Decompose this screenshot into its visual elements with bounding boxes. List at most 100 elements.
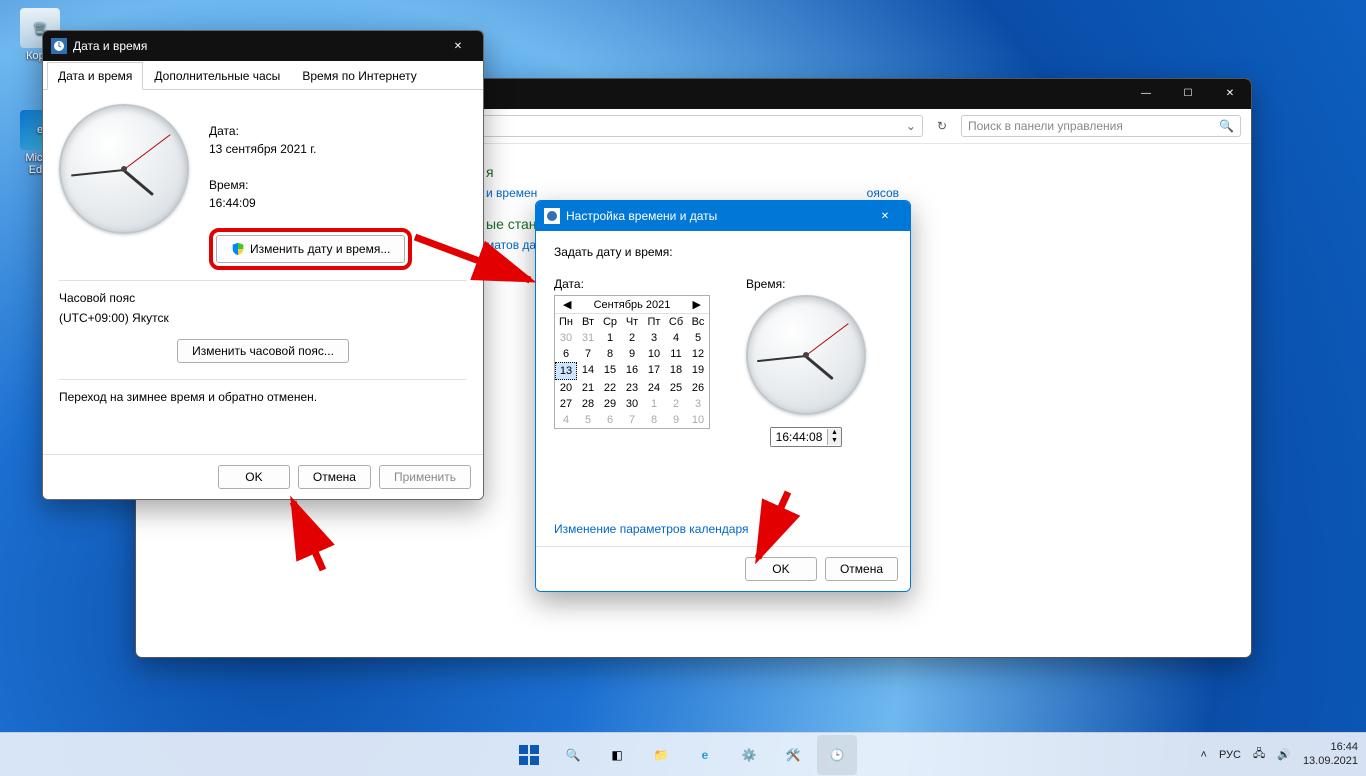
- spinner-down-button[interactable]: ▼: [828, 437, 841, 445]
- calendar-day[interactable]: 4: [665, 330, 687, 346]
- calendar-day[interactable]: 6: [599, 412, 621, 428]
- cp-link[interactable]: матов дат: [486, 238, 541, 252]
- chevron-down-icon[interactable]: ⌄: [906, 119, 916, 133]
- close-button[interactable]: ✕: [864, 202, 906, 230]
- calendar-day[interactable]: 7: [621, 412, 643, 428]
- start-button[interactable]: [509, 735, 549, 775]
- datetime-icon: [544, 208, 560, 224]
- language-indicator[interactable]: РУС: [1219, 749, 1241, 761]
- change-datetime-button[interactable]: Изменить дату и время...: [216, 235, 405, 263]
- change-timezone-button[interactable]: Изменить часовой пояс...: [177, 339, 349, 363]
- dlg2-body: Задать дату и время: Дата: ◀ Сентябрь 20…: [536, 231, 910, 546]
- calendar-day[interactable]: 7: [577, 346, 599, 362]
- calendar-day[interactable]: 1: [643, 396, 665, 412]
- taskbar-clock[interactable]: 16:44 13.09.2021: [1303, 741, 1358, 767]
- cancel-button[interactable]: Отмена: [298, 465, 371, 489]
- maximize-button[interactable]: ☐: [1167, 79, 1209, 107]
- control-panel-button[interactable]: 🛠️: [773, 735, 813, 775]
- time-spinner[interactable]: ▲ ▼: [770, 427, 842, 447]
- calendar-day[interactable]: 13: [555, 362, 577, 380]
- calendar-day[interactable]: 5: [577, 412, 599, 428]
- spinner-up-button[interactable]: ▲: [828, 429, 841, 437]
- tab-internet-time[interactable]: Время по Интернету: [291, 62, 427, 90]
- time-input[interactable]: [771, 428, 827, 446]
- datetime-app-button[interactable]: 🕒: [817, 735, 857, 775]
- search-input[interactable]: Поиск в панели управления 🔍: [961, 115, 1241, 137]
- taskbar-date: 13.09.2021: [1303, 755, 1358, 768]
- calendar-day[interactable]: 8: [643, 412, 665, 428]
- calendar-day[interactable]: 27: [555, 396, 577, 412]
- datetime-icon: [51, 38, 67, 54]
- cp-link[interactable]: и времен: [486, 186, 537, 200]
- calendar-day[interactable]: 26: [687, 380, 709, 396]
- dlg1-body: Дата: 13 сентября 2021 г. Время: 16:44:0…: [43, 90, 483, 454]
- calendar-settings-link[interactable]: Изменение параметров календаря: [554, 522, 892, 536]
- calendar-day[interactable]: 3: [643, 330, 665, 346]
- close-button[interactable]: ✕: [437, 32, 479, 60]
- timezone-label: Часовой пояс: [59, 291, 467, 305]
- calendar-day[interactable]: 8: [599, 346, 621, 362]
- calendar-day[interactable]: 19: [687, 362, 709, 380]
- calendar-day[interactable]: 5: [687, 330, 709, 346]
- tab-datetime[interactable]: Дата и время: [47, 62, 143, 90]
- dlg1-title: Дата и время: [73, 39, 437, 53]
- calendar-day[interactable]: 30: [621, 396, 643, 412]
- tab-additional-clocks[interactable]: Дополнительные часы: [143, 62, 291, 90]
- settings-button[interactable]: ⚙️: [729, 735, 769, 775]
- calendar-day[interactable]: 9: [665, 412, 687, 428]
- close-button[interactable]: ✕: [1209, 79, 1251, 107]
- calendar-day[interactable]: 29: [599, 396, 621, 412]
- calendar-day[interactable]: 2: [665, 396, 687, 412]
- dlg1-titlebar[interactable]: Дата и время ✕: [43, 31, 483, 61]
- cancel-button[interactable]: Отмена: [825, 557, 898, 581]
- system-tray: ˄ РУС 🖧 🔊 16:44 13.09.2021: [1201, 741, 1359, 767]
- calendar-day[interactable]: 21: [577, 380, 599, 396]
- calendar-day[interactable]: 11: [665, 346, 687, 362]
- calendar-day[interactable]: 22: [599, 380, 621, 396]
- dlg2-title: Настройка времени и даты: [566, 209, 864, 223]
- edge-button[interactable]: e: [685, 735, 725, 775]
- calendar-day[interactable]: 9: [621, 346, 643, 362]
- dlg1-tabs: Дата и время Дополнительные часы Время п…: [43, 61, 483, 90]
- calendar-day[interactable]: 31: [577, 330, 599, 346]
- calendar-day[interactable]: 23: [621, 380, 643, 396]
- network-icon[interactable]: 🖧: [1253, 745, 1265, 764]
- calendar-day[interactable]: 15: [599, 362, 621, 380]
- volume-icon[interactable]: 🔊: [1277, 748, 1291, 761]
- calendar-day[interactable]: 30: [555, 330, 577, 346]
- calendar-day-header: Чт: [621, 314, 643, 330]
- ok-button[interactable]: OK: [218, 465, 290, 489]
- calendar-day[interactable]: 16: [621, 362, 643, 380]
- prev-month-button[interactable]: ◀: [559, 298, 575, 311]
- calendar-day[interactable]: 6: [555, 346, 577, 362]
- calendar-day-header: Пт: [643, 314, 665, 330]
- calendar-day[interactable]: 10: [687, 412, 709, 428]
- ok-button[interactable]: OK: [745, 557, 817, 581]
- calendar-day[interactable]: 12: [687, 346, 709, 362]
- taskview-button[interactable]: ◧: [597, 735, 637, 775]
- explorer-button[interactable]: 📁: [641, 735, 681, 775]
- month-label: Сентябрь 2021: [594, 299, 671, 311]
- calendar-day[interactable]: 25: [665, 380, 687, 396]
- calendar-day[interactable]: 18: [665, 362, 687, 380]
- calendar-day[interactable]: 20: [555, 380, 577, 396]
- search-button[interactable]: 🔍: [553, 735, 593, 775]
- calendar-day[interactable]: 1: [599, 330, 621, 346]
- next-month-button[interactable]: ▶: [689, 298, 705, 311]
- minimize-button[interactable]: —: [1125, 79, 1167, 107]
- calendar-day[interactable]: 14: [577, 362, 599, 380]
- dlg2-titlebar[interactable]: Настройка времени и даты ✕: [536, 201, 910, 231]
- calendar-day[interactable]: 2: [621, 330, 643, 346]
- calendar-day[interactable]: 3: [687, 396, 709, 412]
- cp-link[interactable]: оясов: [867, 186, 899, 200]
- calendar-day[interactable]: 17: [643, 362, 665, 380]
- date-label: Дата:: [554, 277, 710, 291]
- analog-clock: [59, 104, 189, 234]
- calendar-day[interactable]: 28: [577, 396, 599, 412]
- apply-button[interactable]: Применить: [379, 465, 471, 489]
- refresh-icon[interactable]: ↻: [931, 119, 953, 133]
- calendar-day[interactable]: 10: [643, 346, 665, 362]
- calendar-day[interactable]: 4: [555, 412, 577, 428]
- tray-chevron-icon[interactable]: ˄: [1201, 749, 1207, 761]
- calendar-day[interactable]: 24: [643, 380, 665, 396]
